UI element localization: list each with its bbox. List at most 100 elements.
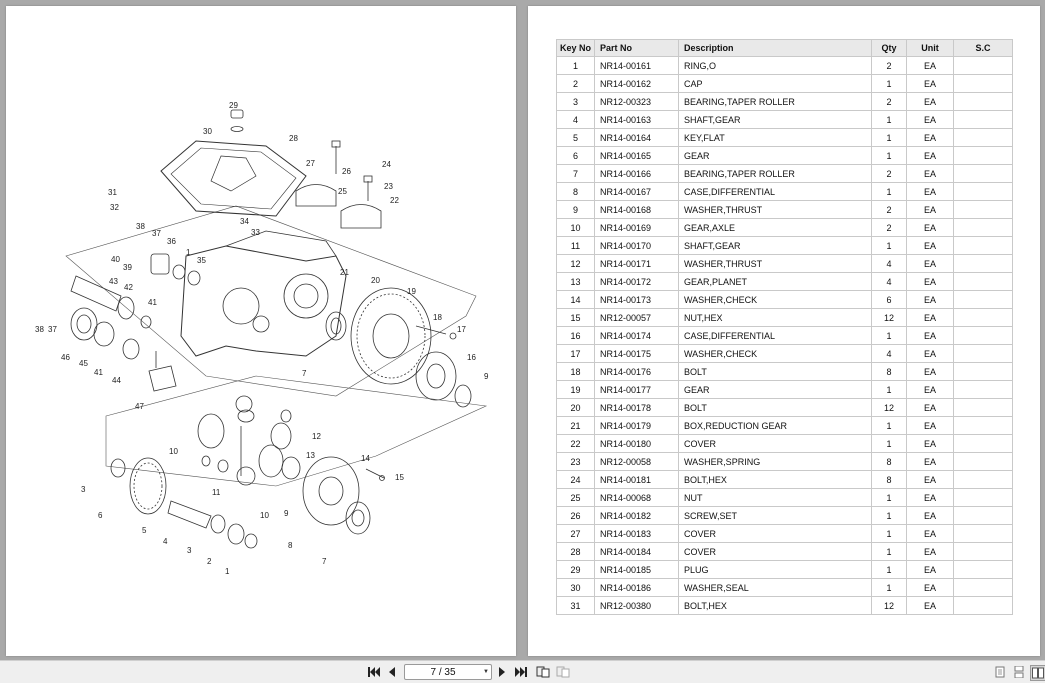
cell-qty: 1 bbox=[871, 560, 908, 579]
table-row: 26 NR14-00182 SCREW,SET 1 EA bbox=[555, 506, 1014, 525]
table-row: 15 NR12-00057 NUT,HEX 12 EA bbox=[555, 308, 1014, 327]
cell-sc bbox=[953, 560, 1014, 579]
cell-description: COVER bbox=[678, 434, 873, 453]
last-page-button[interactable] bbox=[515, 665, 527, 679]
first-page-icon bbox=[368, 667, 380, 677]
single-page-view-button[interactable] bbox=[994, 665, 1006, 679]
cell-sc bbox=[953, 128, 1014, 147]
gearbox-exploded-view: 29 30 28 27 26 24 23 25 22 31 32 34 33 3… bbox=[35, 101, 489, 576]
single-page-view-icon bbox=[995, 666, 1005, 678]
cell-part-no: NR14-00173 bbox=[594, 290, 680, 309]
table-row: 4 NR14-00163 SHAFT,GEAR 1 EA bbox=[555, 110, 1014, 129]
cell-part-no: NR14-00167 bbox=[594, 182, 680, 201]
callout-47: 47 bbox=[135, 402, 144, 411]
callout-10-left: 10 bbox=[169, 447, 178, 456]
page-number-select[interactable]: 7 / 35 ▼ bbox=[404, 664, 492, 680]
cell-unit: EA bbox=[906, 272, 955, 291]
cell-key-no: 8 bbox=[555, 182, 596, 201]
cell-qty: 8 bbox=[871, 470, 908, 489]
next-page-button[interactable] bbox=[497, 665, 507, 679]
cell-sc bbox=[953, 92, 1014, 111]
cell-description: GEAR,AXLE bbox=[678, 218, 873, 237]
table-row: 8 NR14-00167 CASE,DIFFERENTIAL 1 EA bbox=[555, 182, 1014, 201]
cell-part-no: NR14-00169 bbox=[594, 218, 680, 237]
page-layout-alt-button[interactable] bbox=[556, 665, 570, 679]
callout-7-top: 7 bbox=[302, 369, 307, 378]
table-row: 9 NR14-00168 WASHER,THRUST 2 EA bbox=[555, 200, 1014, 219]
header-sc: S.C bbox=[953, 39, 1014, 57]
cell-part-no: NR14-00183 bbox=[594, 524, 680, 543]
first-page-button[interactable] bbox=[368, 665, 380, 679]
table-row: 3 NR12-00323 BEARING,TAPER ROLLER 2 EA bbox=[555, 92, 1014, 111]
cell-qty: 2 bbox=[871, 200, 908, 219]
callout-24: 24 bbox=[382, 160, 391, 169]
callout-18: 18 bbox=[433, 313, 442, 322]
cell-unit: EA bbox=[906, 416, 955, 435]
cell-part-no: NR14-00174 bbox=[594, 326, 680, 345]
cell-key-no: 27 bbox=[555, 524, 596, 543]
cell-sc bbox=[953, 56, 1014, 75]
cell-key-no: 10 bbox=[555, 218, 596, 237]
table-row: 27 NR14-00183 COVER 1 EA bbox=[555, 524, 1014, 543]
cell-part-no: NR14-00162 bbox=[594, 74, 680, 93]
cell-unit: EA bbox=[906, 344, 955, 363]
table-row: 17 NR14-00175 WASHER,CHECK 4 EA bbox=[555, 344, 1014, 363]
callout-41-bottom: 41 bbox=[94, 368, 103, 377]
callout-17: 17 bbox=[457, 325, 466, 334]
cell-key-no: 6 bbox=[555, 146, 596, 165]
cell-description: BEARING,TAPER ROLLER bbox=[678, 164, 873, 183]
cell-key-no: 11 bbox=[555, 236, 596, 255]
cell-key-no: 17 bbox=[555, 344, 596, 363]
callout-13: 13 bbox=[306, 451, 315, 460]
table-row: 18 NR14-00176 BOLT 8 EA bbox=[555, 362, 1014, 381]
cell-qty: 1 bbox=[871, 542, 908, 561]
callout-15: 15 bbox=[395, 473, 404, 482]
callout-21: 21 bbox=[340, 268, 349, 277]
cell-part-no: NR14-00177 bbox=[594, 380, 680, 399]
table-row: 13 NR14-00172 GEAR,PLANET 4 EA bbox=[555, 272, 1014, 291]
callout-38b: 38 bbox=[35, 325, 44, 334]
viewer-toolbar: 7 / 35 ▼ bbox=[0, 660, 1045, 683]
cell-part-no: NR14-00182 bbox=[594, 506, 680, 525]
cell-unit: EA bbox=[906, 506, 955, 525]
callout-37: 37 bbox=[152, 229, 161, 238]
cell-description: NUT bbox=[678, 488, 873, 507]
cell-unit: EA bbox=[906, 398, 955, 417]
callout-30: 30 bbox=[203, 127, 212, 136]
cell-qty: 2 bbox=[871, 164, 908, 183]
table-row: 21 NR14-00179 BOX,REDUCTION GEAR 1 EA bbox=[555, 416, 1014, 435]
facing-view-button[interactable] bbox=[1030, 665, 1045, 681]
cell-description: PLUG bbox=[678, 560, 873, 579]
callout-36: 36 bbox=[167, 237, 176, 246]
cell-unit: EA bbox=[906, 542, 955, 561]
callout-labels: 29 30 28 27 26 24 23 25 22 31 32 34 33 3… bbox=[35, 101, 489, 576]
cell-sc bbox=[953, 362, 1014, 381]
cell-key-no: 9 bbox=[555, 200, 596, 219]
cell-part-no: NR14-00164 bbox=[594, 128, 680, 147]
callout-8: 8 bbox=[288, 541, 293, 550]
continuous-view-button[interactable] bbox=[1013, 665, 1025, 679]
cell-unit: EA bbox=[906, 290, 955, 309]
page-layout-button[interactable] bbox=[536, 665, 550, 679]
cell-description: SHAFT,GEAR bbox=[678, 236, 873, 255]
cell-part-no: NR14-00161 bbox=[594, 56, 680, 75]
header-key-no: Key No bbox=[555, 39, 596, 57]
cell-sc bbox=[953, 380, 1014, 399]
cell-part-no: NR12-00058 bbox=[594, 452, 680, 471]
cell-qty: 12 bbox=[871, 398, 908, 417]
callout-16: 16 bbox=[467, 353, 476, 362]
callout-31: 31 bbox=[108, 188, 117, 197]
cell-unit: EA bbox=[906, 488, 955, 507]
cell-unit: EA bbox=[906, 452, 955, 471]
prev-page-button[interactable] bbox=[387, 665, 397, 679]
cell-sc bbox=[953, 110, 1014, 129]
table-row: 10 NR14-00169 GEAR,AXLE 2 EA bbox=[555, 218, 1014, 237]
cell-key-no: 31 bbox=[555, 596, 596, 615]
cell-key-no: 19 bbox=[555, 380, 596, 399]
callout-5: 5 bbox=[142, 526, 147, 535]
cell-key-no: 21 bbox=[555, 416, 596, 435]
callout-35: 35 bbox=[197, 256, 206, 265]
cell-qty: 1 bbox=[871, 236, 908, 255]
table-row: 23 NR12-00058 WASHER,SPRING 8 EA bbox=[555, 452, 1014, 471]
cell-sc bbox=[953, 506, 1014, 525]
